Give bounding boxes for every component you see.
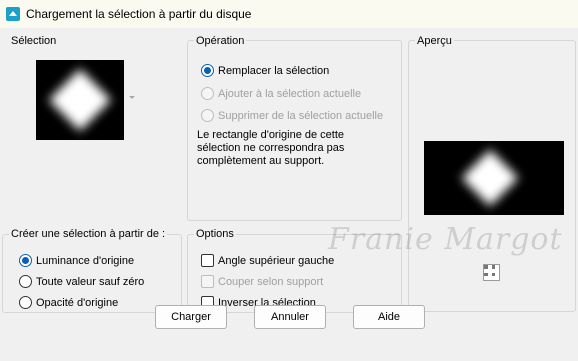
- load-button[interactable]: Charger: [155, 305, 227, 329]
- radio-label: Supprimer de la sélection actuelle: [218, 109, 384, 122]
- transparency-icon[interactable]: [483, 264, 500, 281]
- check-crop-to-canvas[interactable]: Couper selon support: [201, 275, 323, 288]
- operation-group-label: Opération: [194, 35, 247, 47]
- info-line: Le rectangle d'origine de cette: [197, 129, 345, 141]
- radio-replace-selection[interactable]: Remplacer la sélection: [201, 64, 329, 77]
- app-icon: [6, 7, 20, 21]
- radio-label: Remplacer la sélection: [218, 64, 330, 77]
- info-line: complètement au support.: [197, 155, 325, 167]
- options-group-label: Options: [194, 228, 236, 240]
- radio-label: Luminance d'origine: [36, 254, 135, 267]
- radio-add-selection[interactable]: Ajouter à la sélection actuelle: [201, 87, 361, 100]
- check-top-left-corner[interactable]: Angle supérieur gauche: [201, 254, 334, 267]
- radio-indicator[interactable]: [201, 64, 214, 77]
- help-button[interactable]: Aide: [353, 305, 425, 329]
- preview-image: [424, 141, 564, 215]
- cancel-button[interactable]: Annuler: [254, 305, 326, 329]
- radio-indicator[interactable]: [201, 109, 214, 122]
- radio-subtract-selection[interactable]: Supprimer de la sélection actuelle: [201, 109, 383, 122]
- watermark: Franie Margot: [328, 222, 563, 257]
- radio-indicator[interactable]: [19, 254, 32, 267]
- chevron-down-icon[interactable]: [129, 96, 135, 99]
- info-line: sélection ne correspondra pas: [197, 142, 345, 154]
- title-bar: Chargement la sélection à partir du disq…: [0, 0, 578, 28]
- radio-label: Toute valeur sauf zéro: [36, 275, 145, 288]
- checkbox-indicator[interactable]: [201, 275, 214, 288]
- radio-indicator[interactable]: [19, 275, 32, 288]
- preview-shape: [461, 149, 519, 207]
- create-group-label: Créer une sélection à partir de :: [9, 228, 168, 240]
- selection-thumbnail[interactable]: [36, 60, 124, 140]
- radio-label: Ajouter à la sélection actuelle: [218, 87, 362, 100]
- preview-group-label: Aperçu: [415, 35, 454, 47]
- checkbox-indicator[interactable]: [201, 254, 214, 267]
- radio-any-nonzero[interactable]: Toute valeur sauf zéro: [19, 275, 144, 288]
- radio-label: Opacité d'origine: [36, 296, 119, 309]
- operation-info-text: Le rectangle d'origine de cette sélectio…: [197, 129, 387, 168]
- radio-indicator[interactable]: [201, 87, 214, 100]
- checkbox-label: Angle supérieur gauche: [218, 254, 335, 267]
- selection-group-label: Sélection: [9, 35, 59, 47]
- radio-source-opacity[interactable]: Opacité d'origine: [19, 296, 118, 309]
- selection-shape: [48, 68, 112, 132]
- window-title: Chargement la sélection à partir du disq…: [26, 7, 252, 21]
- checkbox-label: Couper selon support: [218, 275, 324, 288]
- radio-source-luminance[interactable]: Luminance d'origine: [19, 254, 134, 267]
- radio-indicator[interactable]: [19, 296, 32, 309]
